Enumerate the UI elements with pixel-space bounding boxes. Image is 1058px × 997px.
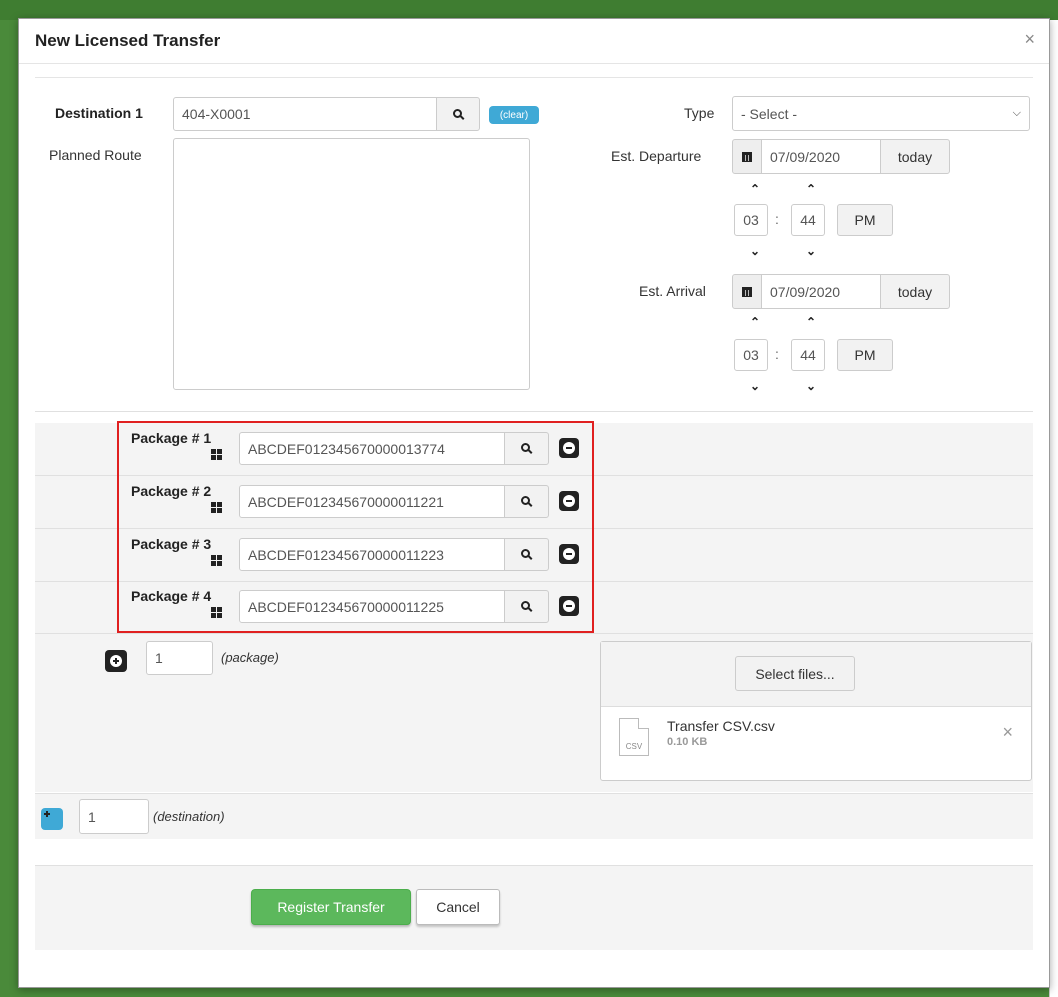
planned-route-label: Planned Route [49,147,142,163]
chevron-up-icon[interactable]: ⌃ [803,183,819,195]
modal-title: New Licensed Transfer [35,31,221,50]
chevron-up-icon[interactable]: ⌃ [803,316,819,328]
calendar-icon [742,286,752,297]
departure-hour-input[interactable]: 03 [734,204,768,236]
destination-search-button[interactable] [436,97,480,131]
new-licensed-transfer-modal: New Licensed Transfer × Destination 1 40… [18,18,1050,988]
chevron-down-icon[interactable]: ⌄ [803,380,819,392]
est-arrival-label: Est. Arrival [639,283,706,299]
arrival-today-button[interactable]: today [880,274,950,309]
time-separator: : [775,211,779,227]
arrival-hour-input[interactable]: 03 [734,339,768,371]
type-select[interactable]: - Select - ⌵ [732,96,1030,131]
plus-circle-icon [110,655,122,667]
file-size: 0.10 KB [667,736,708,748]
type-label: Type [684,105,715,121]
departure-minute-input[interactable]: 44 [791,204,825,236]
file-upload: Select files... CSV Transfer CSV.csv 0.1… [600,641,1032,781]
register-transfer-button[interactable]: Register Transfer [251,889,411,925]
destination-input[interactable]: 404-X0001 [173,97,437,131]
modal-header: New Licensed Transfer × [19,19,1049,64]
divider [35,411,1033,412]
est-departure-label: Est. Departure [611,148,702,164]
divider [35,77,1033,78]
file-name: Transfer CSV.csv [667,718,775,734]
departure-date-input[interactable]: 07/09/2020 [761,139,881,174]
chevron-down-icon[interactable]: ⌄ [747,245,763,257]
add-package-button[interactable] [105,650,127,672]
close-icon[interactable]: × [1024,29,1035,50]
departure-today-button[interactable]: today [880,139,950,174]
destination-count-label: (destination) [153,809,225,824]
arrival-ampm-toggle[interactable]: PM [837,339,893,371]
file-icon: CSV [619,718,649,756]
departure-calendar-button[interactable] [732,139,762,174]
backdrop-page [1049,20,1058,997]
packages-highlight-box [117,421,594,633]
destination-label: Destination 1 [55,105,143,121]
package-count-input[interactable]: 1 [146,641,213,675]
calendar-icon [742,151,752,162]
departure-ampm-toggle[interactable]: PM [837,204,893,236]
chevron-up-icon[interactable]: ⌃ [747,316,763,328]
chevron-down-icon: ⌵ [1012,107,1021,119]
chevron-up-icon[interactable]: ⌃ [747,183,763,195]
select-files-button[interactable]: Select files... [735,656,855,691]
modal-footer [35,865,1033,950]
arrival-minute-input[interactable]: 44 [791,339,825,371]
time-separator: : [775,346,779,362]
package-count-label: (package) [221,650,279,665]
arrival-date-input[interactable]: 07/09/2020 [761,274,881,309]
chevron-down-icon[interactable]: ⌄ [803,245,819,257]
clear-destination-button[interactable]: (clear) [489,106,539,124]
chevron-down-icon[interactable]: ⌄ [747,380,763,392]
arrival-calendar-button[interactable] [732,274,762,309]
destination-count-input[interactable]: 1 [79,799,149,834]
remove-file-icon[interactable]: × [1002,722,1013,743]
planned-route-textarea[interactable] [173,138,530,390]
search-icon [452,108,462,118]
cancel-button[interactable]: Cancel [416,889,500,925]
backdrop-header [0,0,1058,20]
type-select-value: - Select - [741,105,798,122]
add-destination-button[interactable] [41,808,63,830]
